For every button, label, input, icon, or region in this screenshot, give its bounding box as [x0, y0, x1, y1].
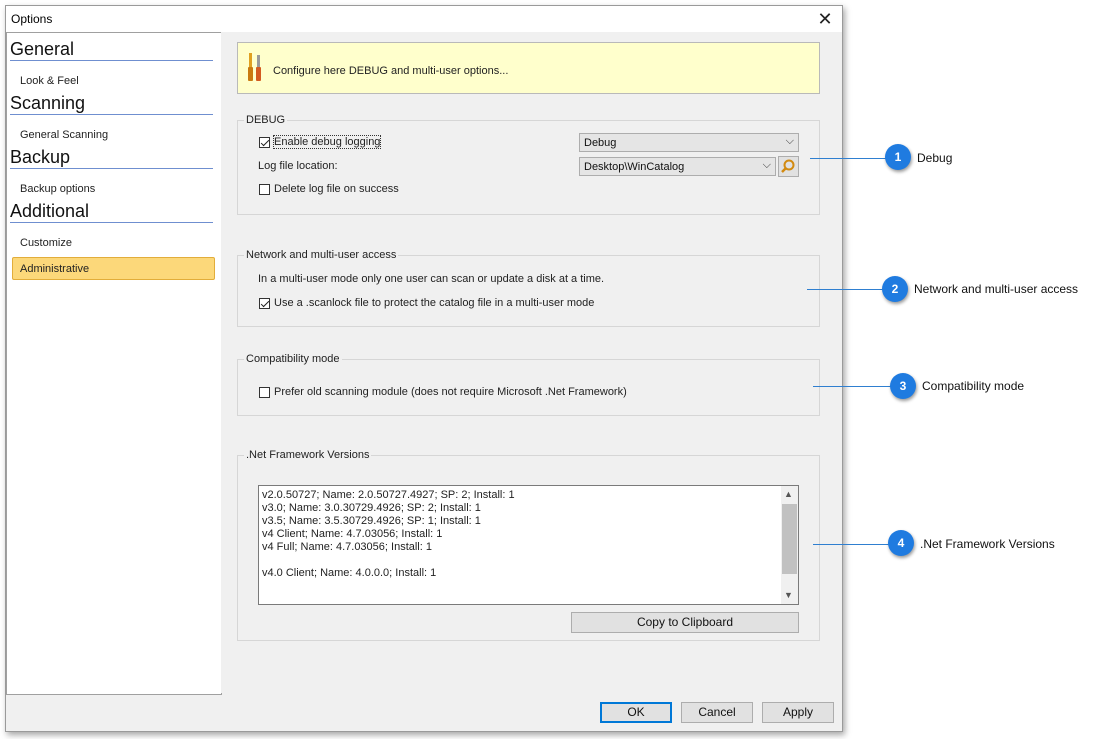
- info-banner: Configure here DEBUG and multi-user opti…: [237, 42, 820, 94]
- debug-level-value: Debug: [584, 137, 617, 149]
- vertical-scrollbar[interactable]: ▲ ▼: [781, 486, 798, 604]
- netfx-versions-textarea[interactable]: v2.0.50727; Name: 2.0.50727.4927; SP: 2;…: [258, 485, 799, 605]
- netfx-line: v4 Full; Name: 4.7.03056; Install: 1: [262, 541, 432, 553]
- nav-group-scanning: Scanning: [10, 93, 213, 115]
- title-bar: Options ✕: [6, 6, 842, 32]
- scroll-down-icon[interactable]: ▼: [784, 590, 793, 600]
- callout-connector: [813, 544, 889, 545]
- netfx-line: v4.0 Client; Name: 4.0.0.0; Install: 1: [262, 567, 437, 579]
- tools-icon: [248, 53, 261, 81]
- ok-button[interactable]: OK: [600, 702, 672, 723]
- scanlock-checkbox[interactable]: [259, 298, 270, 309]
- nav-group-backup: Backup: [10, 147, 213, 169]
- callout-label: Debug: [917, 151, 953, 165]
- copy-to-clipboard-button[interactable]: Copy to Clipboard: [571, 612, 799, 633]
- chevron-down-icon: ⌵: [785, 135, 794, 147]
- callout-label: Compatibility mode: [922, 379, 1025, 393]
- enable-debug-label[interactable]: Enable debug logging: [272, 135, 382, 149]
- old-module-label[interactable]: Prefer old scanning module (does not req…: [274, 386, 627, 398]
- network-description: In a multi-user mode only one user can s…: [258, 273, 605, 285]
- callout-badge: 4: [888, 530, 914, 556]
- cancel-button[interactable]: Cancel: [681, 702, 753, 723]
- scanlock-label[interactable]: Use a .scanlock file to protect the cata…: [274, 297, 594, 309]
- nav-group-additional: Additional: [10, 201, 213, 223]
- netfx-line: v4 Client; Name: 4.7.03056; Install: 1: [262, 528, 443, 540]
- callout-connector: [813, 386, 891, 387]
- network-group-title: Network and multi-user access: [244, 249, 399, 261]
- network-group: [237, 255, 820, 327]
- nav-item-customize[interactable]: Customize: [20, 237, 72, 249]
- window-title: Options: [11, 12, 53, 26]
- callout-connector: [810, 158, 886, 159]
- nav-item-look-feel[interactable]: Look & Feel: [20, 75, 79, 87]
- callout-badge: 3: [890, 373, 916, 399]
- callout-badge: 1: [885, 144, 911, 170]
- netfx-group-title: .Net Framework Versions: [244, 449, 372, 461]
- log-location-label: Log file location:: [258, 160, 338, 172]
- netfx-line: v3.5; Name: 3.5.30729.4926; SP: 1; Insta…: [262, 515, 481, 527]
- callout-label: .Net Framework Versions: [920, 537, 1055, 551]
- netfx-line: v2.0.50727; Name: 2.0.50727.4927; SP: 2;…: [262, 489, 515, 501]
- callout-label: Network and multi-user access: [914, 282, 1079, 296]
- delete-log-label[interactable]: Delete log file on success: [274, 183, 399, 195]
- apply-button[interactable]: Apply: [762, 702, 834, 723]
- nav-item-general-scanning[interactable]: General Scanning: [20, 129, 108, 141]
- banner-text: Configure here DEBUG and multi-user opti…: [273, 65, 509, 77]
- options-dialog: Options ✕ General Look & Feel Scanning G…: [5, 5, 843, 732]
- content-panel: Configure here DEBUG and multi-user opti…: [221, 32, 841, 693]
- log-location-value: Desktop\WinCatalog: [584, 161, 685, 173]
- close-icon[interactable]: ✕: [812, 8, 838, 30]
- log-location-select[interactable]: Desktop\WinCatalog ⌵: [579, 157, 776, 176]
- delete-log-checkbox[interactable]: [259, 184, 270, 195]
- debug-group-title: DEBUG: [244, 114, 288, 126]
- options-nav: General Look & Feel Scanning General Sca…: [6, 32, 222, 695]
- old-module-checkbox[interactable]: [259, 387, 270, 398]
- netfx-line: v3.0; Name: 3.0.30729.4926; SP: 2; Insta…: [262, 502, 481, 514]
- nav-item-administrative[interactable]: Administrative: [12, 257, 215, 280]
- browse-button[interactable]: [778, 156, 799, 177]
- scroll-up-icon[interactable]: ▲: [784, 489, 793, 499]
- scrollbar-thumb[interactable]: [782, 504, 797, 574]
- enable-debug-checkbox[interactable]: [259, 137, 270, 148]
- nav-group-general: General: [10, 39, 213, 61]
- callout-badge: 2: [882, 276, 908, 302]
- nav-item-backup-options[interactable]: Backup options: [20, 183, 95, 195]
- browse-folder-icon: [781, 159, 795, 173]
- compat-group-title: Compatibility mode: [244, 353, 342, 365]
- nav-item-label: Administrative: [20, 263, 90, 275]
- chevron-down-icon: ⌵: [762, 159, 771, 171]
- debug-level-select[interactable]: Debug ⌵: [579, 133, 799, 152]
- callout-connector: [807, 289, 883, 290]
